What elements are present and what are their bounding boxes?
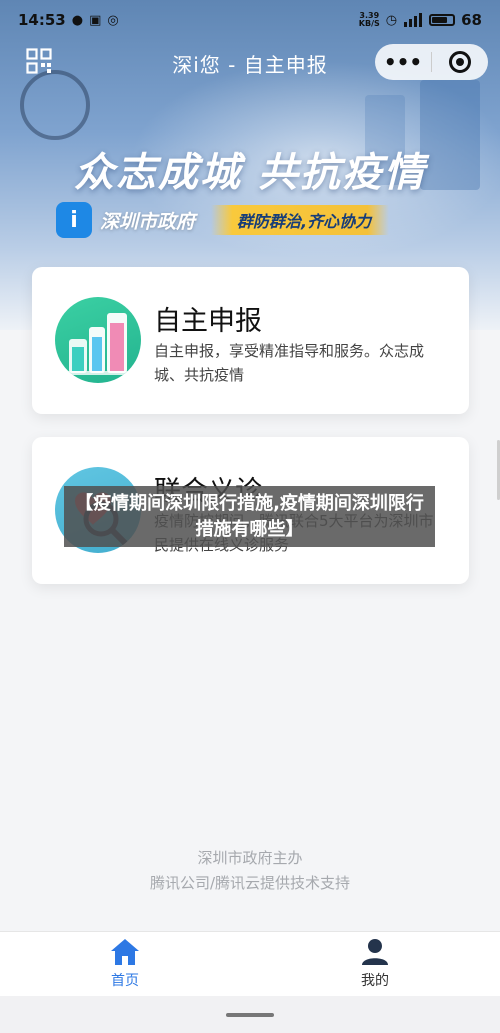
battery-icon xyxy=(429,14,456,26)
cell-signal-icon xyxy=(404,13,423,27)
dollar-notification-icon: ● xyxy=(71,12,84,28)
more-menu-button[interactable]: ••• xyxy=(375,52,431,72)
home-icon xyxy=(111,939,139,965)
test-tubes-icon xyxy=(55,297,141,383)
status-bar: 14:53 ● ▣ ◎ 3.39 KB/S ◷ 68 xyxy=(0,0,500,40)
target-icon xyxy=(449,51,471,73)
app-notification-icon: ▣ xyxy=(89,12,102,28)
status-time: 14:53 xyxy=(18,11,66,29)
gov-branding: i 深圳市政府 群防群治,齐心协力 xyxy=(56,202,390,238)
hero-tagline: 群防群治,齐心协力 xyxy=(211,205,390,235)
qr-code-icon[interactable] xyxy=(26,48,52,74)
close-mini-program-button[interactable] xyxy=(432,51,488,73)
gov-logo-icon: i xyxy=(56,202,92,238)
tab-label: 首页 xyxy=(111,973,139,989)
footer-tech-support: 腾讯公司/腾讯云提供技术支持 xyxy=(149,874,351,892)
network-speed: 3.39 KB/S xyxy=(358,11,380,28)
home-indicator[interactable] xyxy=(226,1012,274,1017)
bottom-tab-bar: 首页 我的 xyxy=(0,931,500,996)
signal-notification-icon: ◎ xyxy=(107,12,119,28)
user-icon xyxy=(362,939,388,965)
battery-percent: 68 xyxy=(461,11,482,29)
page-title: 深i您 - 自主申报 xyxy=(172,52,328,77)
nav-bar: 深i您 - 自主申报 ••• xyxy=(0,40,500,86)
card-description: 自主申报，享受精准指导和服务。众志成城、共抗疫情 xyxy=(154,342,425,384)
page-footer: 深圳市政府主办 腾讯公司/腾讯云提供技术支持 xyxy=(0,846,500,896)
article-title-overlay: 【疫情期间深圳限行措施,疫情期间深圳限行措施有哪些】 xyxy=(64,486,435,547)
self-report-card[interactable]: 自主申报 自主申报，享受精准指导和服务。众志成城、共抗疫情 xyxy=(32,267,469,414)
tab-label: 我的 xyxy=(361,973,389,989)
hero-slogan: 众志成城 共抗疫情 xyxy=(74,150,426,196)
alarm-icon: ◷ xyxy=(385,12,398,28)
footer-sponsor: 深圳市政府主办 xyxy=(197,849,303,867)
tab-profile[interactable]: 我的 xyxy=(250,932,500,996)
tab-home[interactable]: 首页 xyxy=(0,932,250,996)
card-title: 自主申报 xyxy=(154,306,262,337)
system-home-bar xyxy=(0,996,500,1033)
gov-name: 深圳市政府 xyxy=(100,210,196,233)
mini-program-capsule: ••• xyxy=(375,44,488,80)
